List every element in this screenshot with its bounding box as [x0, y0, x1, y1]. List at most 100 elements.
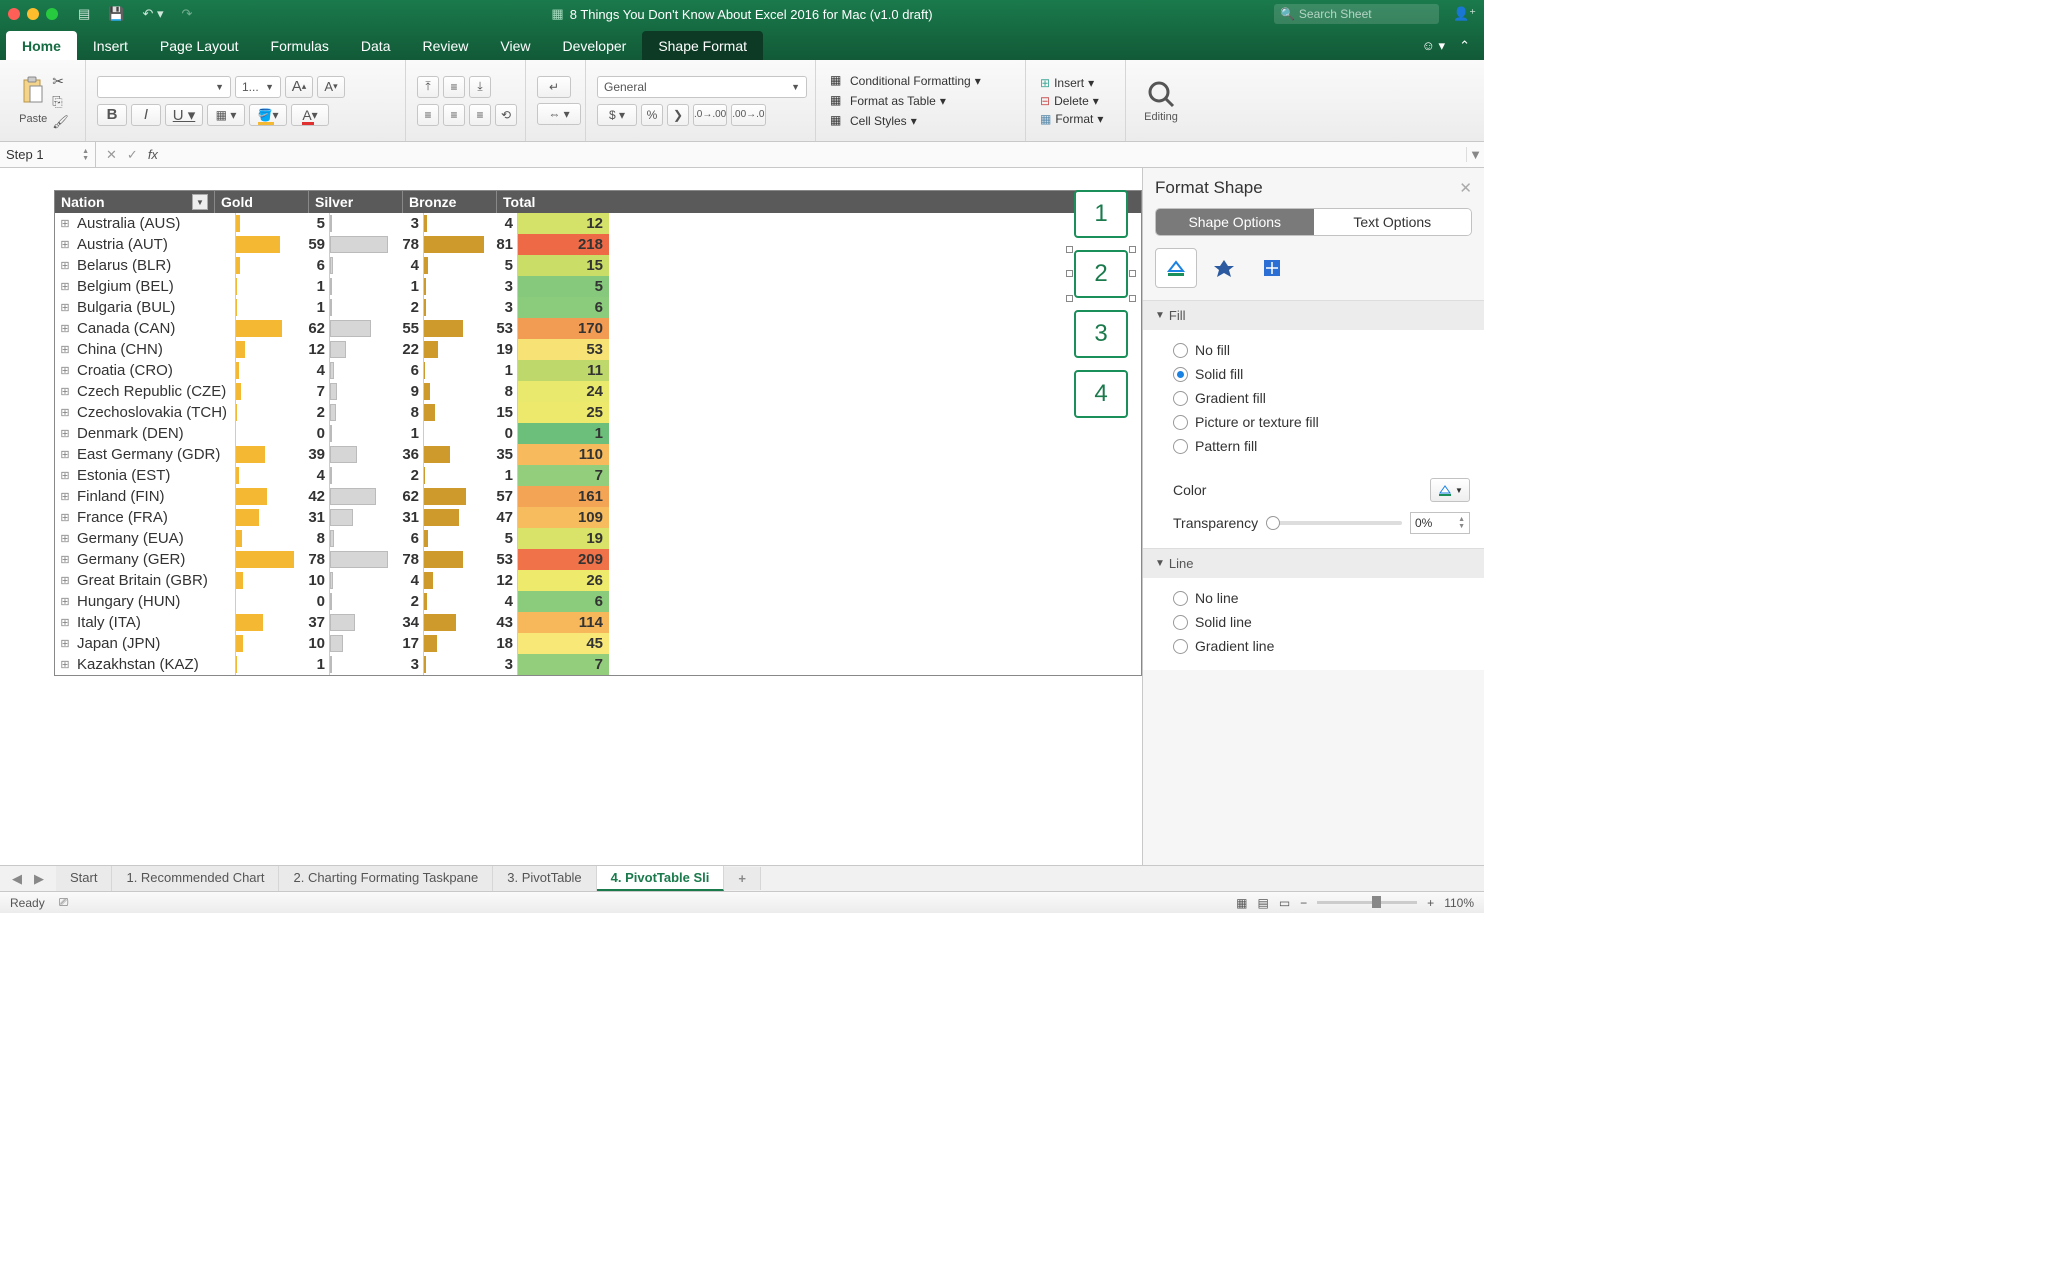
format-painter-icon[interactable]: 🖌 [52, 114, 69, 130]
paste-button[interactable] [16, 71, 50, 111]
decrease-decimal-icon[interactable]: .00→.0 [731, 104, 765, 126]
save-icon[interactable]: 💾 [108, 6, 124, 22]
normal-view-icon[interactable]: ▦ [1236, 896, 1247, 910]
worksheet-area[interactable]: Nation▼GoldSilverBronzeTotal⊞Australia (… [0, 168, 1142, 865]
table-row[interactable]: ⊞Bulgaria (BUL)1236 [55, 297, 1141, 318]
expand-icon[interactable]: ⊞ [55, 385, 75, 398]
line-option-no-line[interactable]: No line [1173, 586, 1470, 610]
macro-record-icon[interactable]: ⎚ [59, 895, 69, 910]
expand-icon[interactable]: ⊞ [55, 637, 75, 650]
expand-icon[interactable]: ⊞ [55, 511, 75, 524]
tab-formulas[interactable]: Formulas [255, 31, 345, 60]
fill-option-no-fill[interactable]: No fill [1173, 338, 1470, 362]
shape-options-tab[interactable]: Shape Options [1156, 209, 1314, 235]
expand-icon[interactable]: ⊞ [55, 532, 75, 545]
expand-icon[interactable]: ⊞ [55, 427, 75, 440]
conditional-formatting-button[interactable]: ▦Conditional Formatting ▾ [826, 71, 1015, 91]
fill-section-header[interactable]: ▼Fill [1143, 301, 1484, 330]
align-right-icon[interactable]: ≡ [469, 104, 491, 126]
expand-icon[interactable]: ⊞ [55, 490, 75, 503]
fill-option-gradient-fill[interactable]: Gradient fill [1173, 386, 1470, 410]
table-row[interactable]: ⊞Germany (GER)787853209 [55, 549, 1141, 570]
maximize-window-icon[interactable] [46, 8, 58, 20]
redo-icon[interactable]: ↷ [182, 6, 193, 22]
table-row[interactable]: ⊞Belgium (BEL)1135 [55, 276, 1141, 297]
currency-icon[interactable]: $ ▾ [597, 104, 637, 126]
align-top-icon[interactable]: ⤒ [417, 76, 439, 98]
table-row[interactable]: ⊞Great Britain (GBR)1041226 [55, 570, 1141, 591]
fill-option-picture-or-texture-fill[interactable]: Picture or texture fill [1173, 410, 1470, 434]
decrease-font-icon[interactable]: A▾ [317, 76, 345, 98]
search-sheet-input[interactable]: 🔍 Search Sheet [1274, 4, 1439, 24]
expand-icon[interactable]: ⊞ [55, 469, 75, 482]
tab-shape-format[interactable]: Shape Format [642, 31, 763, 60]
table-row[interactable]: ⊞Canada (CAN)625553170 [55, 318, 1141, 339]
merge-cells-icon[interactable]: ⇔ ▾ [537, 103, 581, 125]
expand-icon[interactable]: ⊞ [55, 343, 75, 356]
underline-button[interactable]: U ▾ [165, 104, 203, 126]
expand-icon[interactable]: ⊞ [55, 616, 75, 629]
table-row[interactable]: ⊞China (CHN)12221953 [55, 339, 1141, 360]
editing-icon[interactable] [1146, 79, 1176, 109]
wrap-text-icon[interactable]: ↵ [537, 76, 571, 98]
increase-decimal-icon[interactable]: .0→.00 [693, 104, 727, 126]
slicer-item-1[interactable]: 1 [1074, 190, 1128, 238]
number-format-select[interactable]: General▼ [597, 76, 807, 98]
sheet-tab-1[interactable]: 1. Recommended Chart [112, 866, 279, 891]
font-name-select[interactable]: ▼ [97, 76, 231, 98]
tab-developer[interactable]: Developer [546, 31, 642, 60]
delete-cells-button[interactable]: ⊟Delete ▾ [1036, 92, 1115, 110]
align-center-icon[interactable]: ≡ [443, 104, 465, 126]
table-row[interactable]: ⊞France (FRA)313147109 [55, 507, 1141, 528]
table-row[interactable]: ⊞Germany (EUA)86519 [55, 528, 1141, 549]
fill-line-icon[interactable] [1155, 248, 1197, 288]
expand-icon[interactable]: ⊞ [55, 217, 75, 230]
insert-cells-button[interactable]: ⊞Insert ▾ [1036, 74, 1115, 92]
text-options-tab[interactable]: Text Options [1314, 209, 1472, 235]
page-break-view-icon[interactable]: ▭ [1279, 896, 1290, 910]
orientation-icon[interactable]: ⟲ [495, 104, 517, 126]
expand-icon[interactable]: ⊞ [55, 448, 75, 461]
share-icon[interactable]: 👤⁺ [1453, 6, 1476, 22]
table-row[interactable]: ⊞Estonia (EST)4217 [55, 465, 1141, 486]
close-pane-icon[interactable]: ✕ [1459, 179, 1472, 197]
expand-icon[interactable]: ⊞ [55, 595, 75, 608]
collapse-ribbon-icon[interactable]: ⌃ [1459, 38, 1470, 54]
next-sheet-icon[interactable]: ▶ [34, 871, 44, 887]
tab-data[interactable]: Data [345, 31, 407, 60]
table-row[interactable]: ⊞Hungary (HUN)0246 [55, 591, 1141, 612]
sheet-tab-3[interactable]: 3. PivotTable [493, 866, 596, 891]
enter-formula-icon[interactable]: ✓ [127, 147, 138, 163]
italic-button[interactable]: I [131, 104, 161, 126]
expand-icon[interactable]: ⊞ [55, 364, 75, 377]
line-option-gradient-line[interactable]: Gradient line [1173, 634, 1470, 658]
expand-icon[interactable]: ⊞ [55, 658, 75, 671]
effects-icon[interactable] [1203, 248, 1245, 288]
expand-icon[interactable]: ⊞ [55, 574, 75, 587]
table-row[interactable]: ⊞Australia (AUS)53412 [55, 213, 1141, 234]
filter-icon[interactable]: ▼ [192, 194, 208, 210]
expand-icon[interactable]: ⊞ [55, 238, 75, 251]
undo-icon[interactable]: ↶ ▾ [142, 6, 163, 22]
format-as-table-button[interactable]: ▦Format as Table ▾ [826, 91, 1015, 111]
expand-icon[interactable]: ⊞ [55, 406, 75, 419]
page-layout-view-icon[interactable]: ▤ [1257, 896, 1268, 910]
sheet-tab-0[interactable]: Start [56, 866, 112, 891]
expand-icon[interactable]: ⊞ [55, 280, 75, 293]
size-properties-icon[interactable] [1251, 248, 1293, 288]
percent-icon[interactable]: % [641, 104, 663, 126]
tab-page-layout[interactable]: Page Layout [144, 31, 255, 60]
table-row[interactable]: ⊞Denmark (DEN)0101 [55, 423, 1141, 444]
expand-icon[interactable]: ⊞ [55, 322, 75, 335]
expand-formula-icon[interactable]: ▼ [1466, 147, 1484, 162]
fill-color-button[interactable]: 🪣 ▾ [249, 104, 287, 126]
sheet-tab-2[interactable]: 2. Charting Formating Taskpane [279, 866, 493, 891]
expand-icon[interactable]: ⊞ [55, 301, 75, 314]
font-color-button[interactable]: A ▾ [291, 104, 329, 126]
expand-icon[interactable]: ⊞ [55, 553, 75, 566]
align-bottom-icon[interactable]: ⤓ [469, 76, 491, 98]
table-row[interactable]: ⊞Czechoslovakia (TCH)281525 [55, 402, 1141, 423]
formula-input[interactable] [168, 142, 1466, 167]
table-row[interactable]: ⊞Finland (FIN)426257161 [55, 486, 1141, 507]
tab-home[interactable]: Home [6, 31, 77, 60]
